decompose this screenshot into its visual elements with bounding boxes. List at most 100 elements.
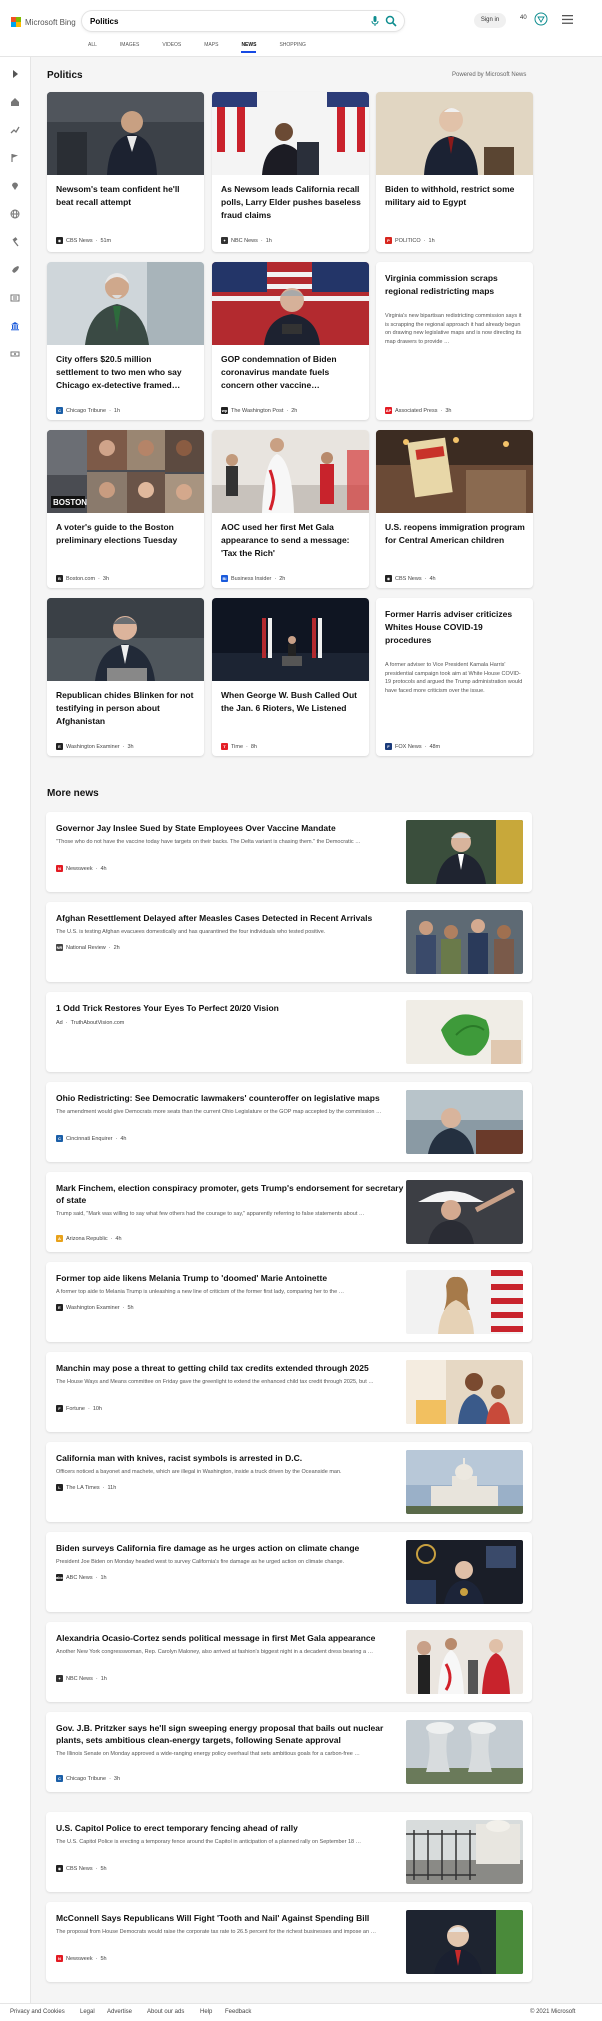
news-card[interactable]: As Newsom leads California recall polls,… [212, 92, 369, 252]
item-title[interactable]: Former top aide likens Melania Trump to … [56, 1272, 406, 1284]
news-card[interactable]: City offers $20.5 million settlement to … [47, 262, 204, 420]
rewards-points[interactable]: 40 [520, 15, 527, 21]
item-description: A former top aide to Melania Trump is un… [56, 1289, 345, 1295]
item-source: A Arizona Republic · 4h [56, 1235, 122, 1242]
footer-link-help[interactable]: Help [200, 2009, 212, 2015]
home-icon[interactable] [10, 97, 20, 107]
news-thumbnail [406, 1820, 523, 1884]
newspaper-icon[interactable] [10, 293, 20, 303]
cincinnati-enquirer-icon: C [56, 1135, 63, 1142]
item-source: Ad · TruthAboutVision.com [56, 1020, 125, 1026]
news-thumbnail [406, 1180, 523, 1244]
card-title[interactable]: City offers $20.5 million settlement to … [56, 353, 196, 392]
news-list-item[interactable]: California man with knives, racist symbo… [46, 1442, 532, 1522]
rewards-icon[interactable] [534, 12, 548, 26]
card-title[interactable]: AOC used her first Met Gala appearance t… [221, 521, 361, 560]
hamburger-menu-icon[interactable] [562, 15, 573, 24]
search-icon[interactable] [385, 15, 397, 27]
tab-videos[interactable]: VIDEOS [162, 42, 181, 48]
cbs-icon: ◉ [56, 237, 63, 244]
news-photo [212, 262, 369, 345]
news-card[interactable]: Virginia commission scraps regional redi… [376, 262, 533, 420]
card-source: ◉ CBS News · 4h [385, 575, 436, 582]
item-title[interactable]: Afghan Resettlement Delayed after Measle… [56, 912, 406, 924]
news-list-item[interactable]: Afghan Resettlement Delayed after Measle… [46, 902, 532, 982]
nbc-icon: ✦ [221, 237, 228, 244]
card-title[interactable]: Biden to withhold, restrict some militar… [385, 183, 525, 209]
globe-icon[interactable] [10, 209, 20, 219]
news-list-item ad-item[interactable]: 1 Odd Trick Restores Your Eyes To Perfec… [46, 992, 532, 1072]
footer-link-about-ads[interactable]: About our ads [147, 2009, 184, 2015]
item-title[interactable]: Manchin may pose a threat to getting chi… [56, 1362, 406, 1374]
trending-icon[interactable] [10, 125, 20, 135]
footer-link-legal[interactable]: Legal [80, 2009, 95, 2015]
item-title[interactable]: Governor Jay Inslee Sued by State Employ… [56, 822, 406, 834]
news-card[interactable]: GOP condemnation of Biden coronavirus ma… [212, 262, 369, 420]
item-title[interactable]: Ohio Redistricting: See Democratic lawma… [56, 1092, 406, 1104]
footer-link-advertise[interactable]: Advertise [107, 2009, 132, 2015]
item-description: Officers noticed a bayonet and machete, … [56, 1469, 342, 1475]
card-title[interactable]: GOP condemnation of Biden coronavirus ma… [221, 353, 361, 392]
expand-arrow-icon[interactable] [10, 69, 20, 79]
washington-post-icon: wp [221, 407, 228, 414]
news-card[interactable]: When George W. Bush Called Out the Jan. … [212, 598, 369, 756]
card-title[interactable]: When George W. Bush Called Out the Jan. … [221, 689, 361, 715]
tab-images[interactable]: IMAGES [120, 42, 139, 48]
card-title[interactable]: Newsom's team confident he'll beat recal… [56, 183, 196, 209]
money-icon[interactable] [10, 349, 20, 359]
left-rail [0, 57, 31, 2003]
item-title[interactable]: Biden surveys California fire damage as … [56, 1542, 406, 1554]
news-card[interactable]: Former Harris adviser criticizes Whites … [376, 598, 533, 756]
card-source: BI Business Insider · 2h [221, 575, 286, 582]
tab-maps[interactable]: MAPS [204, 42, 218, 48]
news-card[interactable]: BOSTON A voter's guide to the Boston pre… [47, 430, 204, 588]
news-list-item[interactable]: Manchin may pose a threat to getting chi… [46, 1352, 532, 1432]
politics-building-icon[interactable] [10, 321, 20, 331]
microphone-icon[interactable] [369, 15, 381, 27]
news-list-item[interactable]: Former top aide likens Melania Trump to … [46, 1262, 532, 1342]
sign-in-button[interactable]: Sign in [474, 13, 506, 28]
gavel-icon[interactable] [10, 237, 20, 247]
news-list-item[interactable]: Alexandria Ocasio-Cortez sends political… [46, 1622, 532, 1702]
news-list-item[interactable]: McConnell Says Republicans Will Fight 'T… [46, 1902, 532, 1982]
card-title[interactable]: Former Harris adviser criticizes Whites … [385, 608, 525, 647]
item-title[interactable]: California man with knives, racist symbo… [56, 1452, 406, 1464]
item-title[interactable]: Mark Finchem, election conspiracy promot… [56, 1182, 406, 1206]
item-source: N Newsweek · 4h [56, 865, 107, 872]
item-title[interactable]: Gov. J.B. Pritzker says he'll sign sweep… [56, 1722, 406, 1746]
tab-all[interactable]: ALL [88, 42, 97, 48]
tab-shopping[interactable]: SHOPPING [279, 42, 305, 48]
news-list-item[interactable]: Gov. J.B. Pritzker says he'll sign sweep… [46, 1712, 532, 1792]
card-source: wp The Washington Post · 2h [221, 407, 298, 414]
time-icon: T [221, 743, 228, 750]
card-title[interactable]: A voter's guide to the Boston preliminar… [56, 521, 196, 547]
item-title[interactable]: Alexandria Ocasio-Cortez sends political… [56, 1632, 406, 1644]
footer-link-privacy[interactable]: Privacy and Cookies [10, 2009, 65, 2015]
news-card[interactable]: Newsom's team confident he'll beat recal… [47, 92, 204, 252]
more-news-title: More news [47, 788, 99, 799]
footer-link-feedback[interactable]: Feedback [225, 2009, 251, 2015]
search-input[interactable] [90, 14, 360, 28]
item-title[interactable]: McConnell Says Republicans Will Fight 'T… [56, 1912, 406, 1924]
location-pin-icon[interactable] [10, 181, 20, 191]
news-card[interactable]: Biden to withhold, restrict some militar… [376, 92, 533, 252]
bing-logo[interactable]: Microsoft Bing [11, 17, 76, 27]
item-title[interactable]: 1 Odd Trick Restores Your Eyes To Perfec… [56, 1002, 406, 1014]
flag-icon[interactable] [10, 153, 20, 163]
card-title[interactable]: U.S. reopens immigration program for Cen… [385, 521, 525, 547]
news-list-item[interactable]: Governor Jay Inslee Sued by State Employ… [46, 812, 532, 892]
news-card[interactable]: AOC used her first Met Gala appearance t… [212, 430, 369, 588]
news-list-item[interactable]: U.S. Capitol Police to erect temporary f… [46, 1812, 532, 1892]
rocket-icon[interactable] [10, 265, 20, 275]
news-list-item[interactable]: Mark Finchem, election conspiracy promot… [46, 1172, 532, 1252]
card-title[interactable]: As Newsom leads California recall polls,… [221, 183, 361, 222]
news-card[interactable]: Republican chides Blinken for not testif… [47, 598, 204, 756]
news-list-item[interactable]: Biden surveys California fire damage as … [46, 1532, 532, 1612]
item-title[interactable]: U.S. Capitol Police to erect temporary f… [56, 1822, 406, 1834]
tab-news[interactable]: NEWS [241, 42, 257, 53]
card-title[interactable]: Virginia commission scraps regional redi… [385, 272, 525, 298]
news-card[interactable]: U.S. reopens immigration program for Cen… [376, 430, 533, 588]
card-title[interactable]: Republican chides Blinken for not testif… [56, 689, 196, 728]
header-divider [0, 56, 602, 57]
news-list-item[interactable]: Ohio Redistricting: See Democratic lawma… [46, 1082, 532, 1162]
